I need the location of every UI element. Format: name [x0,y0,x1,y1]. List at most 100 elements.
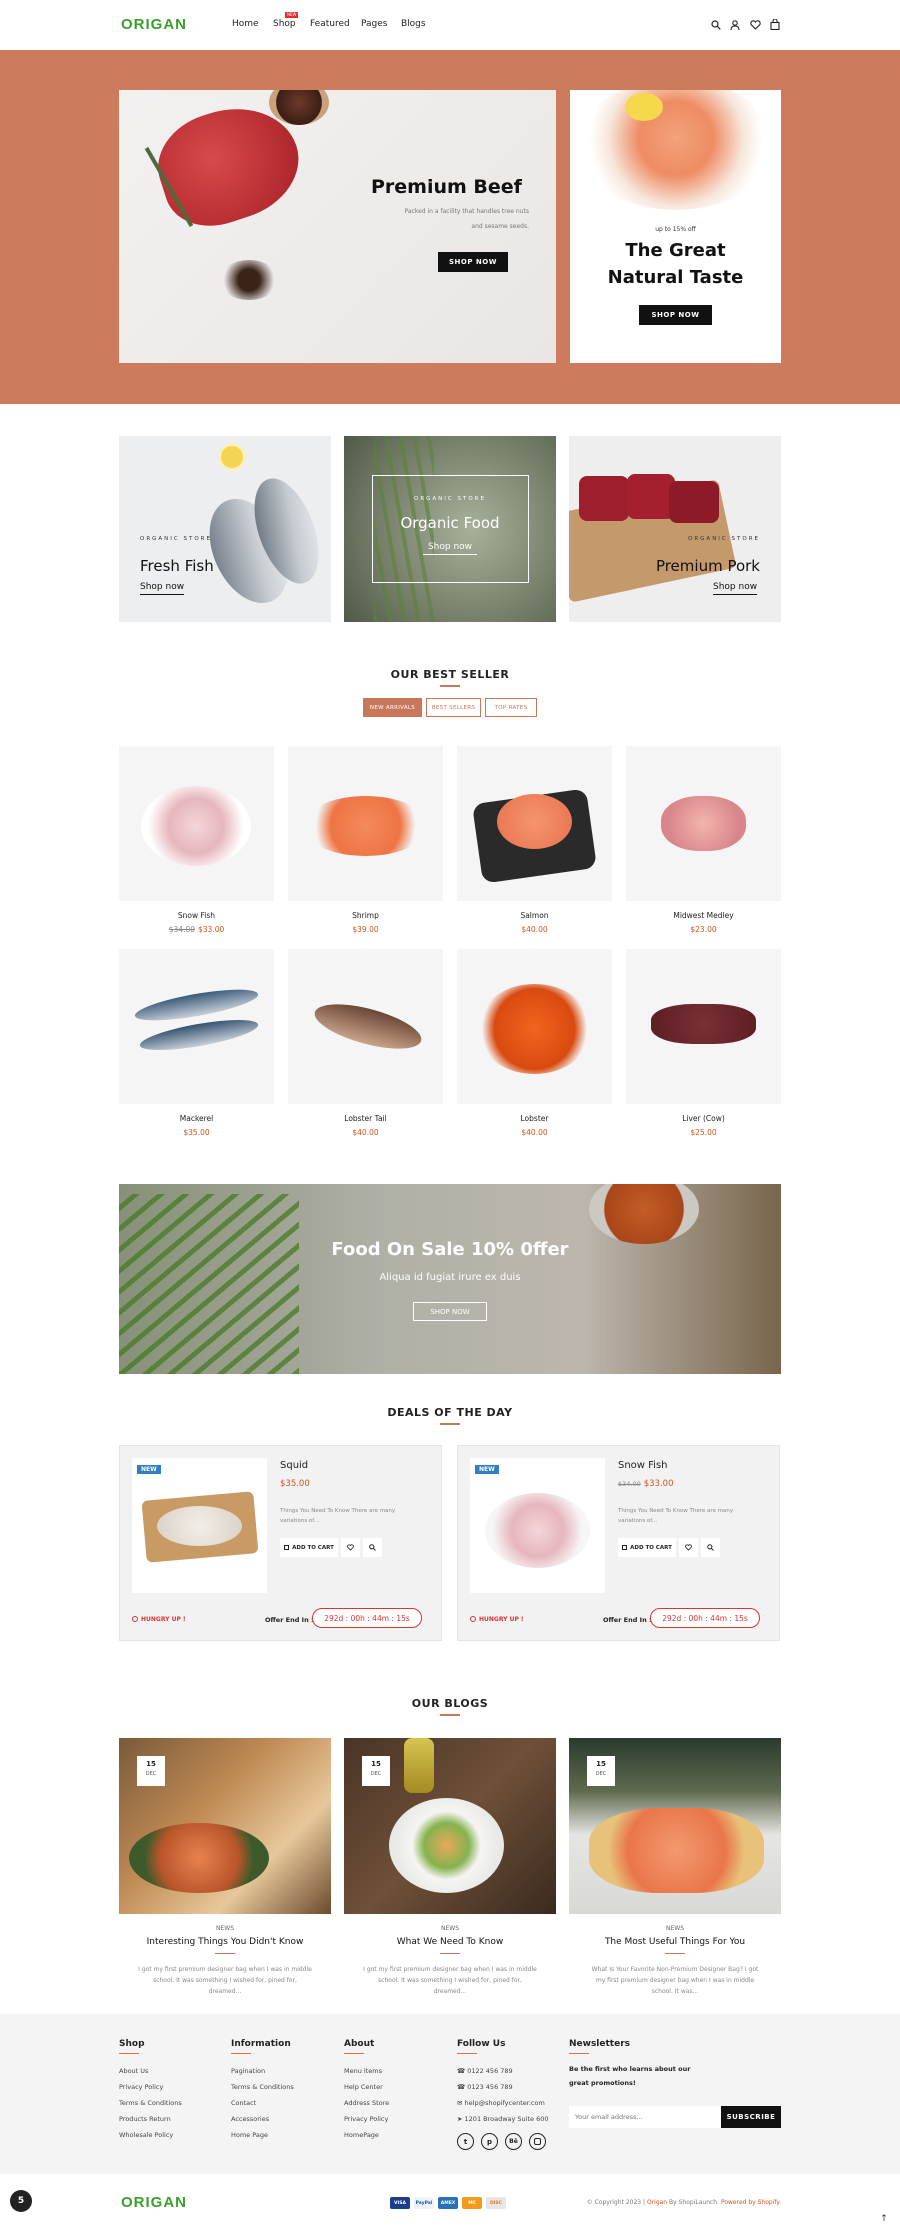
product-price: $25.00 [690,1128,717,1137]
quickview-button[interactable] [363,1538,382,1557]
footer-link[interactable]: Contact [231,2099,256,2107]
product-card-lobster[interactable] [457,949,612,1104]
product-old-price: $34.00 [168,925,195,934]
product-card-midwest-medley[interactable] [626,746,781,901]
deal-image-box[interactable] [132,1458,267,1593]
hurry-label: HUNGRY UP ! [132,1616,186,1623]
product-card-lobster-tail[interactable] [288,949,443,1104]
nav-blogs[interactable]: Blogs [401,19,426,29]
nav-pages[interactable]: Pages [361,19,387,29]
copyright: © Copyright 2023 | Origan By ShopiLaunch… [586,2199,781,2206]
blog-card-1-image[interactable]: 15 DEC [119,1738,331,1914]
pinterest-icon[interactable]: p [481,2133,498,2150]
footer-link[interactable]: Menu items [344,2067,382,2075]
footer-link[interactable]: Products Return [119,2115,171,2123]
category-premium-pork[interactable]: ORGANIC STORE Premium Pork Shop now [569,436,781,622]
footer-link[interactable]: Pagination [231,2067,265,2075]
footer-link[interactable]: Privacy Policy [344,2115,388,2123]
category-link[interactable]: Shop now [423,542,477,555]
subscribe-button[interactable]: SUBSCRIBE [721,2106,781,2128]
footer-link[interactable]: About Us [119,2067,148,2075]
date-day: 15 [146,1760,156,1768]
copyright-powered[interactable]: Powered by Shopify. [721,2199,781,2206]
blogs-title-underline [440,1714,460,1716]
tab-best-sellers[interactable]: BEST SELLERS [426,698,481,717]
category-organic-food[interactable]: ORGANIC STORE Organic Food Shop now [344,436,556,622]
user-icon[interactable] [730,20,740,30]
nav-home[interactable]: Home [232,19,259,29]
category-fresh-fish[interactable]: ORGANIC STORE Fresh Fish Shop now [119,436,331,622]
sale-banner[interactable]: Food On Sale 10% 0ffer Aliqua id fugiat … [119,1184,781,1374]
hero-side-shop-button[interactable]: SHOP NOW [639,305,712,325]
footer-link[interactable]: Help Center [344,2083,383,2091]
salmon-plate-image [129,1823,269,1893]
payment-paypal-icon: PayPal [414,2197,434,2209]
search-icon[interactable] [711,20,721,30]
blog-excerpt-2: school. It was something I wished for, p… [153,1977,297,1984]
footer-shop-title: Shop [119,2039,145,2049]
footer-link[interactable]: Address Store [344,2099,389,2107]
add-to-cart-button[interactable]: ADD TO CART [618,1538,676,1557]
scroll-top-button[interactable]: ↑ [878,2213,890,2225]
blog-card-2-image[interactable]: 15 DEC [344,1738,556,1914]
nav-featured[interactable]: Featured [310,19,350,29]
heart-icon[interactable] [750,20,761,30]
product-card-shrimp[interactable] [288,746,443,901]
clock-icon [132,1616,138,1622]
hero-main-desc-2: and sesame seeds. [471,223,529,230]
deal-desc-2: variations of... [280,1518,320,1524]
footer-link[interactable]: HomePage [344,2131,379,2139]
category-link[interactable]: Shop now [140,582,185,595]
blog-excerpt-1: I got my first premium designer bag when… [363,1966,537,1973]
footer-link[interactable]: Home Page [231,2131,268,2139]
product-card-mackerel[interactable] [119,949,274,1104]
footer-phone-2: ☎ 0123 456 789 [457,2083,513,2091]
cart-icon[interactable] [770,19,780,30]
hero-main-shop-button[interactable]: SHOP NOW [438,252,508,272]
newsletter-email-input[interactable] [569,2106,721,2128]
sale-shop-button[interactable]: SHOP NOW [413,1302,487,1321]
copyright-brand[interactable]: Origan [647,2199,667,2206]
hero-main-banner[interactable]: Premium Beef Packed in a facility that h… [119,90,556,363]
quickview-button[interactable] [701,1538,720,1557]
footer-link[interactable]: Wholesale Policy [119,2131,173,2139]
nav-shop[interactable]: Shop [273,19,296,29]
footer-email[interactable]: ✉ help@shopifycenter.com [457,2099,545,2107]
instagram-icon[interactable] [529,2133,546,2150]
date-day: 15 [371,1760,381,1768]
blog-card-3-image[interactable]: 15 DEC [569,1738,781,1914]
deal-old-price: $34.00 [618,1480,641,1488]
deal-image-box[interactable] [470,1458,605,1593]
blog-title[interactable]: The Most Useful Things For You [569,1937,781,1947]
deal-name[interactable]: Snow Fish [618,1460,668,1471]
product-card-liver[interactable] [626,949,781,1104]
blog-title[interactable]: Interesting Things You Didn't Know [119,1937,331,1947]
footer-link[interactable]: Privacy Policy [119,2083,163,2091]
twitter-icon[interactable]: t [457,2133,474,2150]
offer-label: Offer End In : [603,1616,652,1624]
product-name: Lobster [520,1114,549,1123]
date-badge: 15 DEC [137,1756,165,1786]
product-card-salmon[interactable] [457,746,612,901]
bottom-logo[interactable]: ORIGAN [121,2194,187,2211]
tab-new-arrivals[interactable]: NEW ARRIVALS [363,698,422,717]
category-link[interactable]: Shop now [713,582,758,595]
blog-excerpt-1: I got my first premium designer bag when… [138,1966,312,1973]
hero-side-banner[interactable]: up to 15% off The Great Natural Taste SH… [570,90,781,363]
footer-link[interactable]: Terms & Conditions [119,2099,182,2107]
heart-icon [685,1544,692,1551]
tab-top-rates[interactable]: TOP RATES [485,698,537,717]
wishlist-button[interactable] [679,1538,698,1557]
blog-title[interactable]: What We Need To Know [344,1937,556,1947]
wishlist-button[interactable] [341,1538,360,1557]
hero-side-small: up to 15% off [655,226,696,233]
add-to-cart-button[interactable]: ADD TO CART [280,1538,338,1557]
deal-name[interactable]: Squid [280,1460,308,1471]
product-card-snow-fish[interactable] [119,746,274,901]
deal-desc-2: variations of... [618,1518,658,1524]
footer-link[interactable]: Accessories [231,2115,269,2123]
footer-underline [119,2053,139,2054]
logo[interactable]: ORIGAN [121,16,187,33]
footer-link[interactable]: Terms & Conditions [231,2083,294,2091]
behance-icon[interactable]: Bē [505,2133,522,2150]
